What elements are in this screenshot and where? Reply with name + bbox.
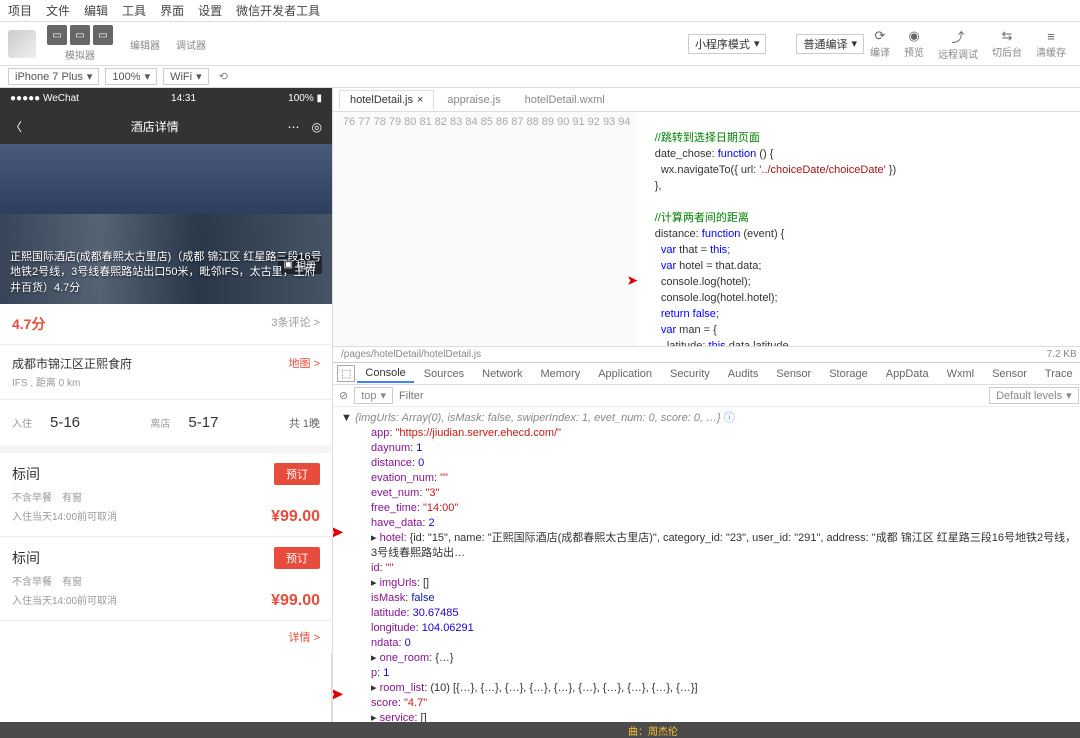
close-icon[interactable]: ×	[417, 94, 423, 106]
dt-tab-AppData[interactable]: AppData	[878, 366, 937, 382]
target-icon[interactable]: ◎	[312, 120, 322, 134]
editor-panel: hotelDetail.js ×appraise.jshotelDetail.w…	[333, 88, 1080, 722]
menu-项目[interactable]: 项目	[8, 2, 32, 19]
book-button[interactable]: 预订	[274, 463, 320, 485]
phone-navbar: 〈 酒店详情 ⋯ ◎	[0, 108, 332, 144]
tab-hotelDetail.js[interactable]: hotelDetail.js ×	[339, 90, 434, 110]
dt-tab-Security[interactable]: Security	[662, 366, 718, 382]
chevron-down-icon: ▾	[851, 37, 857, 50]
zoom-select[interactable]: 100% ▾	[105, 68, 157, 85]
context-select[interactable]: top ▾	[354, 387, 393, 404]
console-filter-input[interactable]	[399, 390, 983, 402]
dt-tab-Console[interactable]: Console	[357, 365, 413, 383]
dt-tab-Trace[interactable]: Trace	[1037, 366, 1080, 382]
bottom-strip: 曲：周杰伦	[0, 722, 1080, 738]
more-icon[interactable]: ⋯	[288, 120, 300, 134]
devtools-tabs: ⬚ ConsoleSourcesNetworkMemoryApplication…	[333, 363, 1080, 385]
dt-tab-Sources[interactable]: Sources	[416, 366, 472, 382]
compile-select[interactable]: 普通编译▾	[796, 34, 864, 54]
device-bar: iPhone 7 Plus ▾ 100% ▾ WiFi ▾ ⟲	[0, 66, 1080, 88]
editor-tabs: hotelDetail.js ×appraise.jshotelDetail.w…	[333, 88, 1080, 112]
tool-预览[interactable]: ◉预览	[898, 28, 930, 59]
tablet-icon: ▭	[70, 25, 90, 45]
menu-设置[interactable]: 设置	[198, 2, 222, 19]
dt-tab-Wxml[interactable]: Wxml	[939, 366, 983, 382]
menu-微信开发者工具[interactable]: 微信开发者工具	[236, 2, 320, 19]
score-row[interactable]: 4.7分 3条评论 >	[0, 304, 332, 345]
tool-远程调试[interactable]: ⤴远程调试	[932, 27, 984, 61]
project-icon	[8, 30, 36, 58]
menubar: 项目文件编辑工具界面设置微信开发者工具	[0, 0, 1080, 22]
menu-编辑[interactable]: 编辑	[84, 2, 108, 19]
date-picker-row[interactable]: 入住5-16 离店5-17 共 1晚	[0, 400, 332, 453]
menu-文件[interactable]: 文件	[46, 2, 70, 19]
map-link[interactable]: 地图 >	[289, 355, 320, 389]
phone-statusbar: ●●●●● WeChat14:31100% ▮	[0, 88, 332, 108]
tool-切后台[interactable]: ⇆切后台	[986, 28, 1028, 59]
editor-statusbar: /pages/hotelDetail/hotelDetail.js7.2 KB	[333, 346, 1080, 362]
dt-tab-Sensor[interactable]: Sensor	[768, 366, 819, 382]
simulator-toggle[interactable]: ▭▭▭ 模拟器	[46, 25, 114, 62]
dt-tab-Network[interactable]: Network	[474, 366, 530, 382]
levels-select[interactable]: Default levels ▾	[989, 387, 1079, 404]
simulator-panel: ●●●●● WeChat14:31100% ▮ 〈 酒店详情 ⋯ ◎ ▣相册 正…	[0, 88, 332, 722]
code-area[interactable]: //跳转到选择日期页面 date_chose: function () { wx…	[636, 112, 902, 346]
room-item[interactable]: 标间预订 不含早餐 有窗 入住当天14:00前可取消¥99.00	[0, 453, 332, 537]
hsplit-icon: ▭	[93, 25, 113, 45]
tool-编译[interactable]: ⟳编译	[864, 28, 896, 59]
detail-link[interactable]: 详情 >	[0, 621, 332, 653]
phone-icon: ▭	[47, 25, 67, 45]
editor-toggle[interactable]: 编辑器	[130, 35, 160, 52]
toolbar: ▭▭▭ 模拟器 编辑器 调试器 小程序模式▾ 普通编译▾ ⟳编译◉预览⤴远程调试…	[0, 22, 1080, 66]
tool-清缓存[interactable]: ≡清缓存	[1030, 29, 1072, 59]
devtools-panel: ⬚ ConsoleSourcesNetworkMemoryApplication…	[333, 362, 1080, 722]
device-select[interactable]: iPhone 7 Plus ▾	[8, 68, 99, 85]
rotate-icon[interactable]: ⟲	[219, 70, 228, 83]
dt-tab-Storage[interactable]: Storage	[821, 366, 876, 382]
line-gutter: 76 77 78 79 80 81 82 83 84 85 86 87 88 8…	[333, 112, 636, 346]
console-output[interactable]: ▼ {imgUrls: Array(0), isMask: false, swi…	[333, 407, 1080, 722]
inspect-icon[interactable]: ⬚	[337, 365, 355, 382]
dt-tab-Audits[interactable]: Audits	[720, 366, 767, 382]
clear-console-icon[interactable]: ⊘	[339, 389, 348, 402]
page-title: 酒店详情	[131, 118, 179, 135]
reviews-link[interactable]: 3条评论 >	[271, 314, 320, 334]
hotel-name: 正熙国际酒店(成都春熙太古里店)（成都 锦江区 红星路三段16号地铁2号线，3号…	[10, 250, 322, 296]
hotel-hero[interactable]: ▣相册 正熙国际酒店(成都春熙太古里店)（成都 锦江区 红星路三段16号地铁2号…	[0, 144, 332, 304]
menu-界面[interactable]: 界面	[160, 2, 184, 19]
chevron-down-icon: ▾	[754, 37, 760, 50]
room-item[interactable]: 标间预订 不含早餐 有窗 入住当天14:00前可取消¥99.00	[0, 537, 332, 621]
dt-tab-Application[interactable]: Application	[590, 366, 660, 382]
address-row[interactable]: 成都市锦江区正熙食府 IFS , 距离 0 km 地图 >	[0, 345, 332, 400]
menu-工具[interactable]: 工具	[122, 2, 146, 19]
debugger-toggle[interactable]: 调试器	[176, 35, 206, 52]
dt-tab-Sensor[interactable]: Sensor	[984, 366, 1035, 382]
tab-hotelDetail.wxml[interactable]: hotelDetail.wxml	[514, 90, 616, 110]
tab-appraise.js[interactable]: appraise.js	[436, 90, 511, 110]
network-select[interactable]: WiFi ▾	[163, 68, 209, 85]
back-icon[interactable]: 〈	[10, 118, 22, 135]
dt-tab-Memory[interactable]: Memory	[532, 366, 588, 382]
mode-select[interactable]: 小程序模式▾	[688, 34, 767, 54]
book-button[interactable]: 预订	[274, 547, 320, 569]
